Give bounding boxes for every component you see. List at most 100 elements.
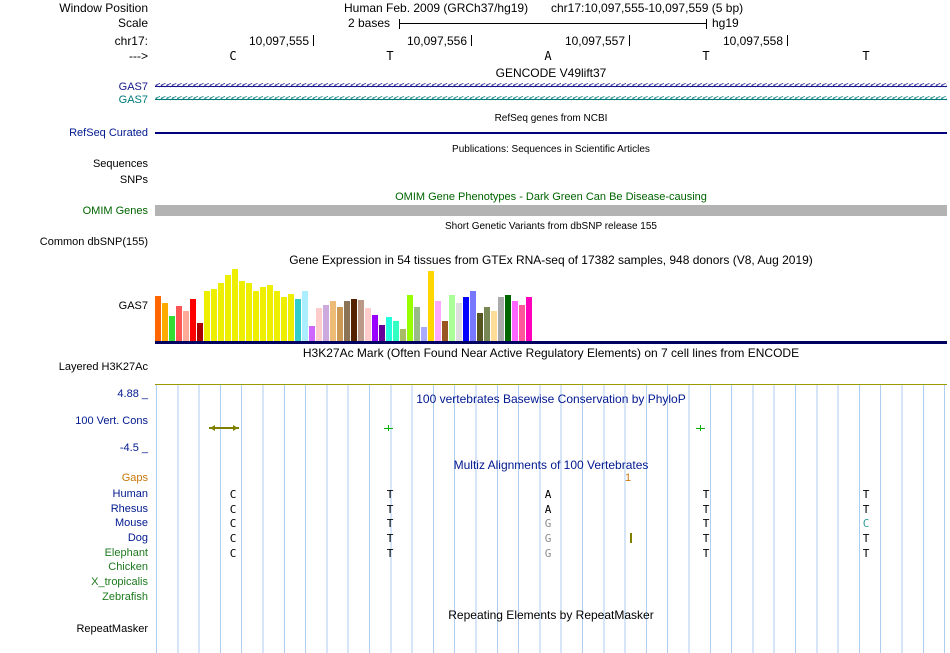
alignment-base: G [544, 532, 552, 545]
alignment-base: T [862, 532, 870, 545]
alignment-base: C [862, 517, 870, 530]
gaps-row-label[interactable]: Gaps [0, 472, 148, 484]
repeatmasker-label[interactable]: RepeatMasker [0, 623, 148, 635]
alignment-base: C [229, 547, 237, 560]
ruler-tick-label: 10,097,558 [722, 34, 783, 48]
species-label-mouse[interactable]: Mouse [0, 517, 148, 529]
chromosome-label: chr17: [114, 34, 148, 48]
species-label-chicken[interactable]: Chicken [0, 561, 148, 573]
gtex-expression-bar [162, 303, 168, 341]
alignment-base: G [544, 547, 552, 560]
conservation-track-label[interactable]: 100 Vert. Cons [0, 415, 148, 427]
gtex-expression-bar [274, 291, 280, 341]
gtex-expression-bar [288, 294, 294, 341]
species-label-rhesus[interactable]: Rhesus [0, 503, 148, 515]
sequences-track-label[interactable]: Sequences [0, 158, 148, 170]
gtex-expression-bar [400, 329, 406, 341]
alignment-base: C [229, 532, 237, 545]
gtex-expression-bar [386, 317, 392, 341]
gtex-expression-bar [498, 297, 504, 341]
sequence-base: T [386, 49, 394, 63]
gene-label-gas7-1[interactable]: GAS7 [0, 81, 148, 93]
alignment-base: C [229, 488, 237, 501]
sequence-base: A [544, 49, 552, 63]
common-dbsnp-label[interactable]: Common dbSNP(155) [0, 236, 148, 248]
gtex-expression-bar [484, 307, 490, 341]
gtex-expression-bar [449, 295, 455, 341]
refseq-curated-label[interactable]: RefSeq Curated [0, 127, 148, 139]
alignment-base: A [544, 503, 552, 516]
gtex-expression-bar [190, 299, 196, 341]
gtex-expression-bar [323, 305, 329, 341]
gtex-expression-bar [393, 321, 399, 341]
ruler-tick-label: 10,097,556 [406, 34, 467, 48]
gtex-expression-bar [330, 301, 336, 341]
conservation-green-mark-1 [384, 425, 393, 431]
omim-genes-label[interactable]: OMIM Genes [0, 205, 148, 217]
gtex-expression-bar [295, 299, 301, 341]
ruler-tick-label: 10,097,555 [248, 34, 309, 48]
gtex-expression-bar [232, 269, 238, 341]
alignment-base: T [386, 488, 394, 501]
sequence-base: T [862, 49, 870, 63]
sequence-base: T [702, 49, 710, 63]
scale-bracket [399, 19, 707, 29]
alignment-base: T [702, 532, 710, 545]
window-position-label: Window Position [59, 1, 148, 15]
species-label-elephant[interactable]: Elephant [0, 547, 148, 559]
gtex-expression-bar [491, 311, 497, 341]
h3k27ac-track-title: H3K27Ac Mark (Often Found Near Active Re… [302, 346, 800, 360]
alignment-base: T [862, 547, 870, 560]
gene-label-gas7-2[interactable]: GAS7 [0, 94, 148, 106]
alignment-base: T [386, 547, 394, 560]
gtex-expression-bar [442, 321, 448, 341]
gtex-expression-bar [470, 291, 476, 341]
gtex-expression-bar [351, 299, 357, 341]
gtex-expression-bar [309, 326, 315, 341]
genome-browser-image: Window Position Human Feb. 2009 (GRCh37/… [0, 0, 950, 653]
conservation-max-value: 4.88 _ [117, 388, 148, 400]
gtex-expression-bar [211, 289, 217, 341]
gtex-expression-bar [155, 296, 161, 341]
refseq-track-title: RefSeq genes from NCBI [494, 113, 608, 124]
gtex-track-title: Gene Expression in 54 tissues from GTEx … [289, 253, 813, 267]
alignment-base: T [386, 503, 394, 516]
gtex-baseline [155, 341, 947, 344]
gene-transcript-arrows-2: <<<<<<<<<<<<<<<<<<<<<<<<<<<<<<<<<<<<<<<<… [155, 94, 947, 105]
refseq-gene-line [155, 132, 947, 134]
gtex-gene-label[interactable]: GAS7 [0, 300, 148, 312]
gtex-expression-bar [358, 300, 364, 341]
scale-value: 2 bases [348, 16, 391, 30]
ruler-tick-mark [787, 35, 788, 46]
sequence-base: C [229, 49, 237, 63]
gtex-expression-bar [239, 281, 245, 341]
gtex-expression-bar [526, 297, 532, 341]
gtex-expression-bar [512, 301, 518, 341]
scale-label: Scale [117, 16, 148, 30]
gtex-expression-bar [477, 313, 483, 341]
snps-track-label[interactable]: SNPs [0, 174, 148, 186]
gtex-expression-bar [365, 308, 371, 341]
conservation-min-value: -4.5 _ [119, 442, 148, 454]
species-label-dog[interactable]: Dog [0, 532, 148, 544]
gtex-expression-bar [505, 295, 511, 341]
ruler-tick-label: 10,097,557 [564, 34, 625, 48]
conservation-olive-arrow-mark [209, 425, 239, 431]
layered-h3k27ac-label[interactable]: Layered H3K27Ac [0, 361, 148, 373]
alignment-base: T [702, 547, 710, 560]
position-range: chr17:10,097,555-10,097,559 (5 bp) [551, 1, 744, 15]
gtex-expression-bar [407, 295, 413, 341]
genome-label: hg19 [712, 16, 739, 30]
alignment-base: T [702, 517, 710, 530]
species-label-x_tropicalis[interactable]: X_tropicalis [0, 576, 148, 588]
species-label-human[interactable]: Human [0, 488, 148, 500]
gtex-expression-bar [281, 297, 287, 341]
gtex-expression-bar [421, 327, 427, 341]
alignment-base: A [544, 488, 552, 501]
dbsnp-track-title: Short Genetic Variants from dbSNP releas… [445, 221, 657, 232]
gtex-expression-bar [302, 291, 308, 341]
ruler-tick-mark [629, 35, 630, 46]
gtex-expression-bar [225, 275, 231, 341]
gtex-expression-bar [253, 291, 259, 341]
species-label-zebrafish[interactable]: Zebrafish [0, 591, 148, 603]
